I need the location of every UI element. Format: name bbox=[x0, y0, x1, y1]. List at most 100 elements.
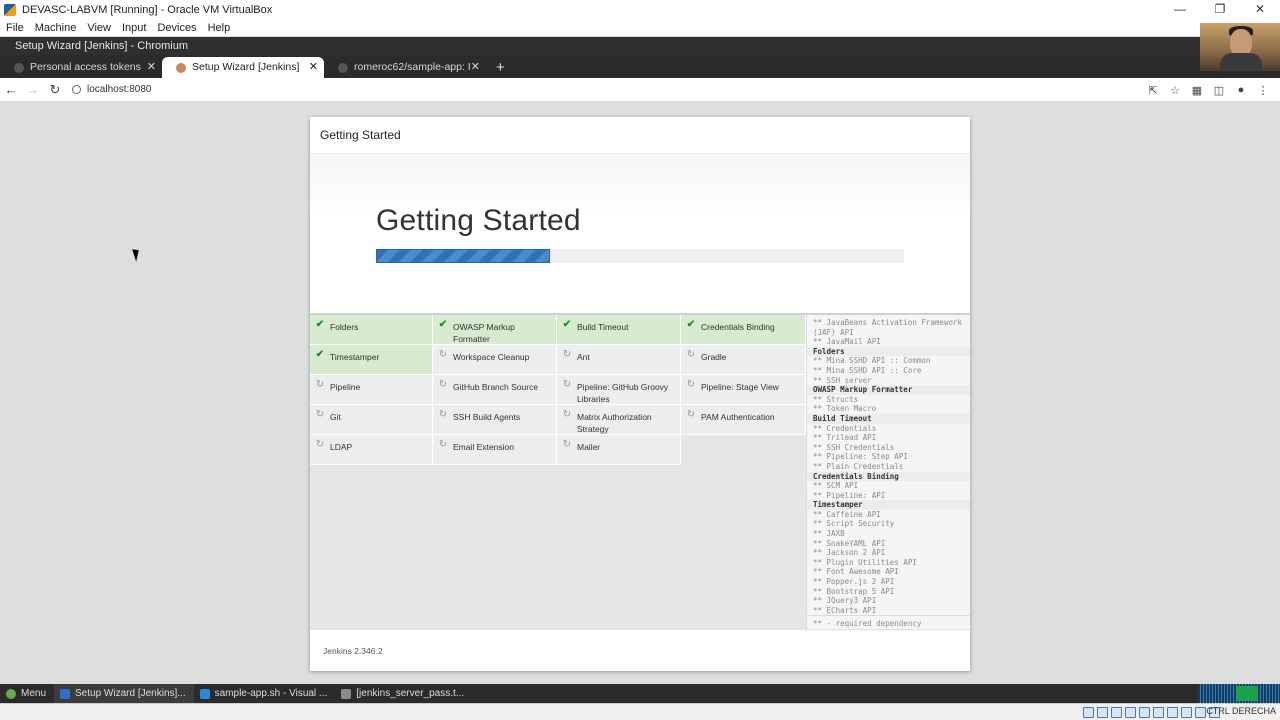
dependency-line: ** Caffeine API bbox=[813, 509, 881, 519]
plugin-name: Git bbox=[330, 412, 341, 422]
checkmark-icon: ✔ bbox=[438, 319, 448, 330]
plugin-cell: ↻ Workspace Cleanup bbox=[433, 345, 557, 375]
restore-icon[interactable]: ❐ bbox=[1200, 0, 1240, 19]
taskbar-item-label: Setup Wizard [Jenkins]... bbox=[75, 688, 186, 699]
dependency-group-heading: Timestamper bbox=[807, 500, 970, 510]
menu-input[interactable]: Input bbox=[116, 22, 151, 34]
close-icon[interactable]: ✕ bbox=[1240, 0, 1280, 19]
menu-view[interactable]: View bbox=[81, 22, 116, 34]
screen: DEVASC-LABVM [Running] - Oracle VM Virtu… bbox=[0, 0, 1280, 720]
chromium-icon bbox=[60, 688, 71, 699]
plugin-cell: ✔ Build Timeout bbox=[557, 315, 681, 345]
host-key-label: CTRL DERECHA bbox=[1206, 706, 1276, 716]
webcam-overlay bbox=[1200, 23, 1280, 71]
plugin-name: Pipeline bbox=[330, 382, 361, 392]
taskbar-item-text-editor[interactable]: [jenkins_server_pass.t... bbox=[335, 684, 472, 703]
plugin-name: Workspace Cleanup bbox=[453, 352, 530, 362]
dependency-line: ** Popper.js 2 API bbox=[813, 577, 895, 587]
recording-icon[interactable] bbox=[1181, 707, 1192, 718]
plugin-name: Pipeline: GitHub Groovy Libraries bbox=[577, 382, 669, 404]
usb-icon[interactable] bbox=[1139, 707, 1150, 718]
dialog-header: Getting Started bbox=[310, 117, 970, 154]
version-label: Jenkins 2.346.2 bbox=[310, 629, 970, 671]
vbox-title-bar: DEVASC-LABVM [Running] - Oracle VM Virtu… bbox=[0, 0, 1280, 19]
menu-file[interactable]: File bbox=[0, 22, 29, 34]
optical-drive-icon[interactable] bbox=[1097, 707, 1108, 718]
plugin-name: GitHub Branch Source bbox=[453, 382, 539, 392]
share-icon[interactable]: ⇱ bbox=[1142, 84, 1164, 97]
refresh-icon: ↻ bbox=[315, 439, 325, 450]
minimize-icon[interactable]: — bbox=[1160, 0, 1200, 19]
vbox-menu-bar: File Machine View Input Devices Help bbox=[0, 19, 1280, 37]
site-info-icon[interactable] bbox=[72, 85, 81, 94]
dependency-line: ** SSH Credentials bbox=[813, 442, 895, 452]
plugin-name: Timestamper bbox=[330, 352, 380, 362]
new-tab-icon[interactable]: + bbox=[486, 57, 515, 78]
refresh-icon: ↻ bbox=[438, 439, 448, 450]
device-status-icons bbox=[1080, 707, 1220, 718]
taskbar-item-chromium[interactable]: Setup Wizard [Jenkins]... bbox=[54, 684, 194, 703]
display-icon[interactable] bbox=[1167, 707, 1178, 718]
dependency-line: ** Credentials bbox=[813, 423, 877, 433]
dependency-line: ** JAXB bbox=[813, 529, 845, 539]
refresh-icon: ↻ bbox=[438, 349, 448, 360]
profile-icon[interactable]: ● bbox=[1230, 84, 1252, 96]
checkmark-icon: ✔ bbox=[686, 319, 696, 330]
plugin-cell: ↻ Git bbox=[310, 405, 433, 435]
close-tab-icon[interactable]: ✕ bbox=[471, 57, 480, 78]
plugin-cell: ↻ Mailer bbox=[557, 435, 681, 465]
tab-strip: Personal access tokens ✕ Setup Wizard [J… bbox=[0, 55, 1280, 78]
url-field[interactable]: localhost:8080 bbox=[72, 84, 152, 95]
refresh-icon: ↻ bbox=[562, 379, 572, 390]
extensions-icon[interactable]: ▦ bbox=[1186, 84, 1208, 97]
side-panel-icon[interactable]: ◫ bbox=[1208, 84, 1230, 97]
dependency-line: ** Bootstrap 5 API bbox=[813, 586, 895, 596]
plugin-cell: ↻ SSH Build Agents bbox=[433, 405, 557, 435]
cpu-icon[interactable] bbox=[1195, 707, 1206, 718]
plugin-name: Mailer bbox=[577, 442, 601, 452]
plugin-cell: ✔ Credentials Binding bbox=[681, 315, 806, 345]
forward-icon[interactable]: → bbox=[22, 82, 44, 97]
back-icon[interactable]: ← bbox=[0, 82, 22, 97]
audio-icon[interactable] bbox=[1111, 707, 1122, 718]
start-menu-button[interactable]: Menu bbox=[0, 684, 54, 703]
bookmark-star-icon[interactable]: ☆ bbox=[1164, 84, 1186, 97]
tab-personal-access-tokens[interactable]: Personal access tokens ✕ bbox=[0, 57, 162, 78]
refresh-icon: ↻ bbox=[562, 349, 572, 360]
close-tab-icon[interactable]: ✕ bbox=[147, 57, 156, 78]
start-menu-label: Menu bbox=[21, 688, 47, 699]
close-tab-icon[interactable]: ✕ bbox=[309, 57, 318, 78]
tab-sample-app[interactable]: romeroc62/sample-app: I ✕ bbox=[324, 57, 486, 78]
plugin-cell: ↻ Pipeline: Stage View bbox=[681, 375, 806, 405]
mouse-cursor-icon bbox=[132, 247, 142, 262]
more-menu-icon[interactable]: ⋮ bbox=[1252, 84, 1274, 97]
tab-label: romeroc62/sample-app: I bbox=[354, 61, 471, 73]
plugin-name: PAM Authentication bbox=[701, 412, 775, 422]
taskbar-item-vscode[interactable]: sample-app.sh - Visual ... bbox=[194, 684, 336, 703]
menu-devices[interactable]: Devices bbox=[151, 22, 201, 34]
plugin-name: Build Timeout bbox=[577, 322, 629, 332]
dependency-line: ** Token Macro bbox=[813, 404, 877, 414]
dependency-line: ** SCM API bbox=[813, 481, 859, 491]
dependency-group-heading: OWASP Markup Formatter bbox=[807, 385, 970, 395]
plugin-cell: ↻ Pipeline: GitHub Groovy Libraries bbox=[557, 375, 681, 405]
dependency-line: ** Pipeline: Step API bbox=[813, 452, 908, 462]
refresh-icon: ↻ bbox=[315, 409, 325, 420]
taskbar-item-label: [jenkins_server_pass.t... bbox=[356, 688, 465, 699]
menu-machine[interactable]: Machine bbox=[29, 22, 82, 34]
github-icon bbox=[338, 63, 348, 73]
refresh-icon: ↻ bbox=[438, 409, 448, 420]
url-text: localhost:8080 bbox=[87, 84, 152, 95]
plugin-name: Email Extension bbox=[453, 442, 514, 452]
dependency-line: ** Mina SSHD API :: Common bbox=[813, 356, 931, 366]
reload-icon[interactable]: ↻ bbox=[44, 82, 66, 98]
dependency-log: ** JavaBeans Activation Framework (JAF) … bbox=[806, 315, 970, 631]
install-progress-bar bbox=[376, 249, 904, 263]
network-icon[interactable] bbox=[1125, 707, 1136, 718]
storage-icon[interactable] bbox=[1083, 707, 1094, 718]
shared-folders-icon[interactable] bbox=[1153, 707, 1164, 718]
progress-fill bbox=[376, 249, 551, 263]
tab-setup-wizard[interactable]: Setup Wizard [Jenkins] ✕ bbox=[162, 57, 324, 78]
menu-help[interactable]: Help bbox=[202, 22, 236, 34]
dependency-line: ** ECharts API bbox=[813, 605, 877, 615]
